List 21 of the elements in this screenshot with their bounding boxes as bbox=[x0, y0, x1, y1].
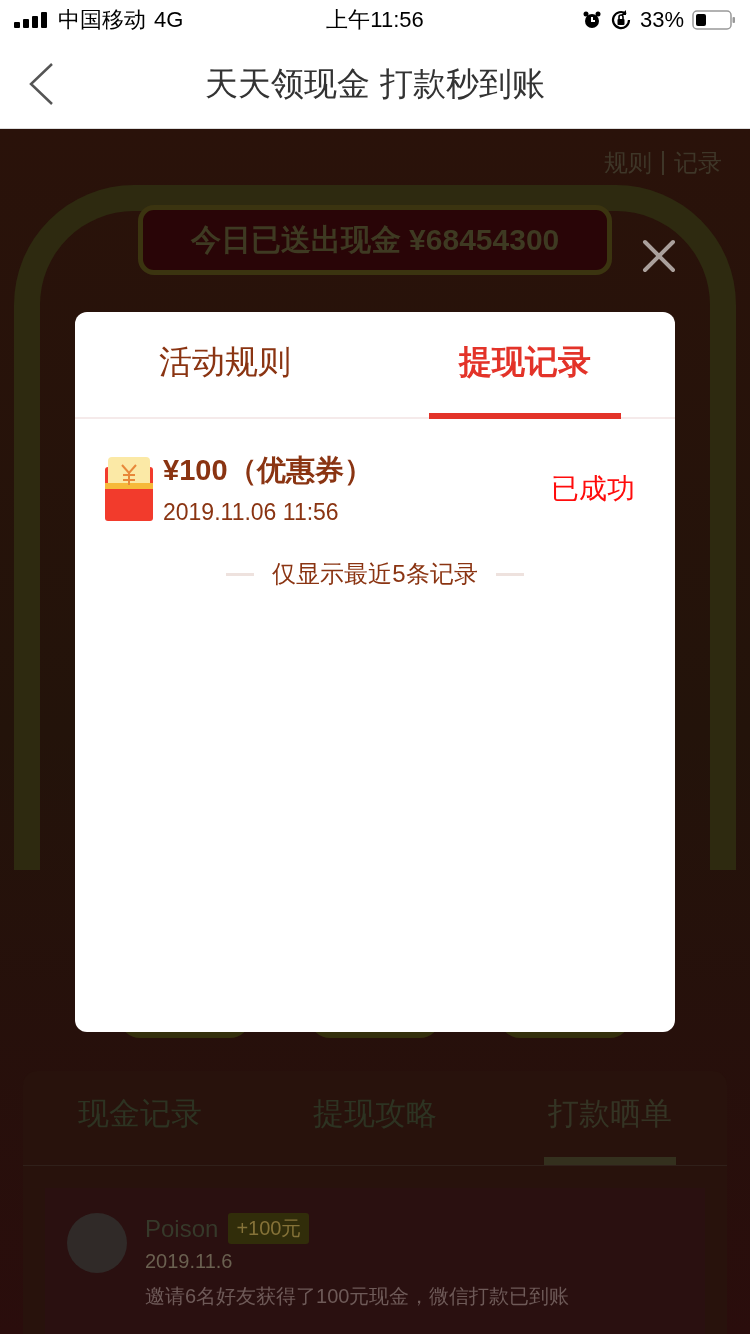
records-note: 仅显示最近5条记录 bbox=[272, 559, 478, 589]
record-amount: ¥100（优惠券） bbox=[163, 453, 374, 488]
signal-icon bbox=[14, 12, 50, 28]
amount-badge: +100元 bbox=[228, 1213, 310, 1244]
rotation-lock-icon bbox=[609, 9, 632, 31]
back-icon[interactable] bbox=[28, 62, 54, 106]
alarm-icon bbox=[581, 10, 602, 30]
tab[interactable]: 提现记录 bbox=[429, 312, 621, 419]
tab[interactable]: 活动规则 bbox=[129, 312, 321, 419]
battery-icon bbox=[692, 10, 736, 30]
envelope-icon bbox=[105, 456, 153, 521]
post-date: 2019.11.6 bbox=[145, 1250, 234, 1273]
page-title: 天天领现金 打款秒到账 bbox=[205, 63, 545, 104]
network-type: 4G bbox=[154, 7, 184, 33]
close-icon[interactable] bbox=[642, 239, 676, 273]
record-status: 已成功 bbox=[551, 471, 635, 506]
post-text: 邀请6名好友获得了100元现金，微信打款已到账 bbox=[145, 1284, 570, 1309]
battery-percent: 33% bbox=[639, 7, 684, 33]
record-time: 2019.11.06 11:56 bbox=[163, 499, 340, 526]
clock: 上午11:56 bbox=[326, 6, 424, 34]
carrier: 中国移动 bbox=[58, 6, 146, 34]
